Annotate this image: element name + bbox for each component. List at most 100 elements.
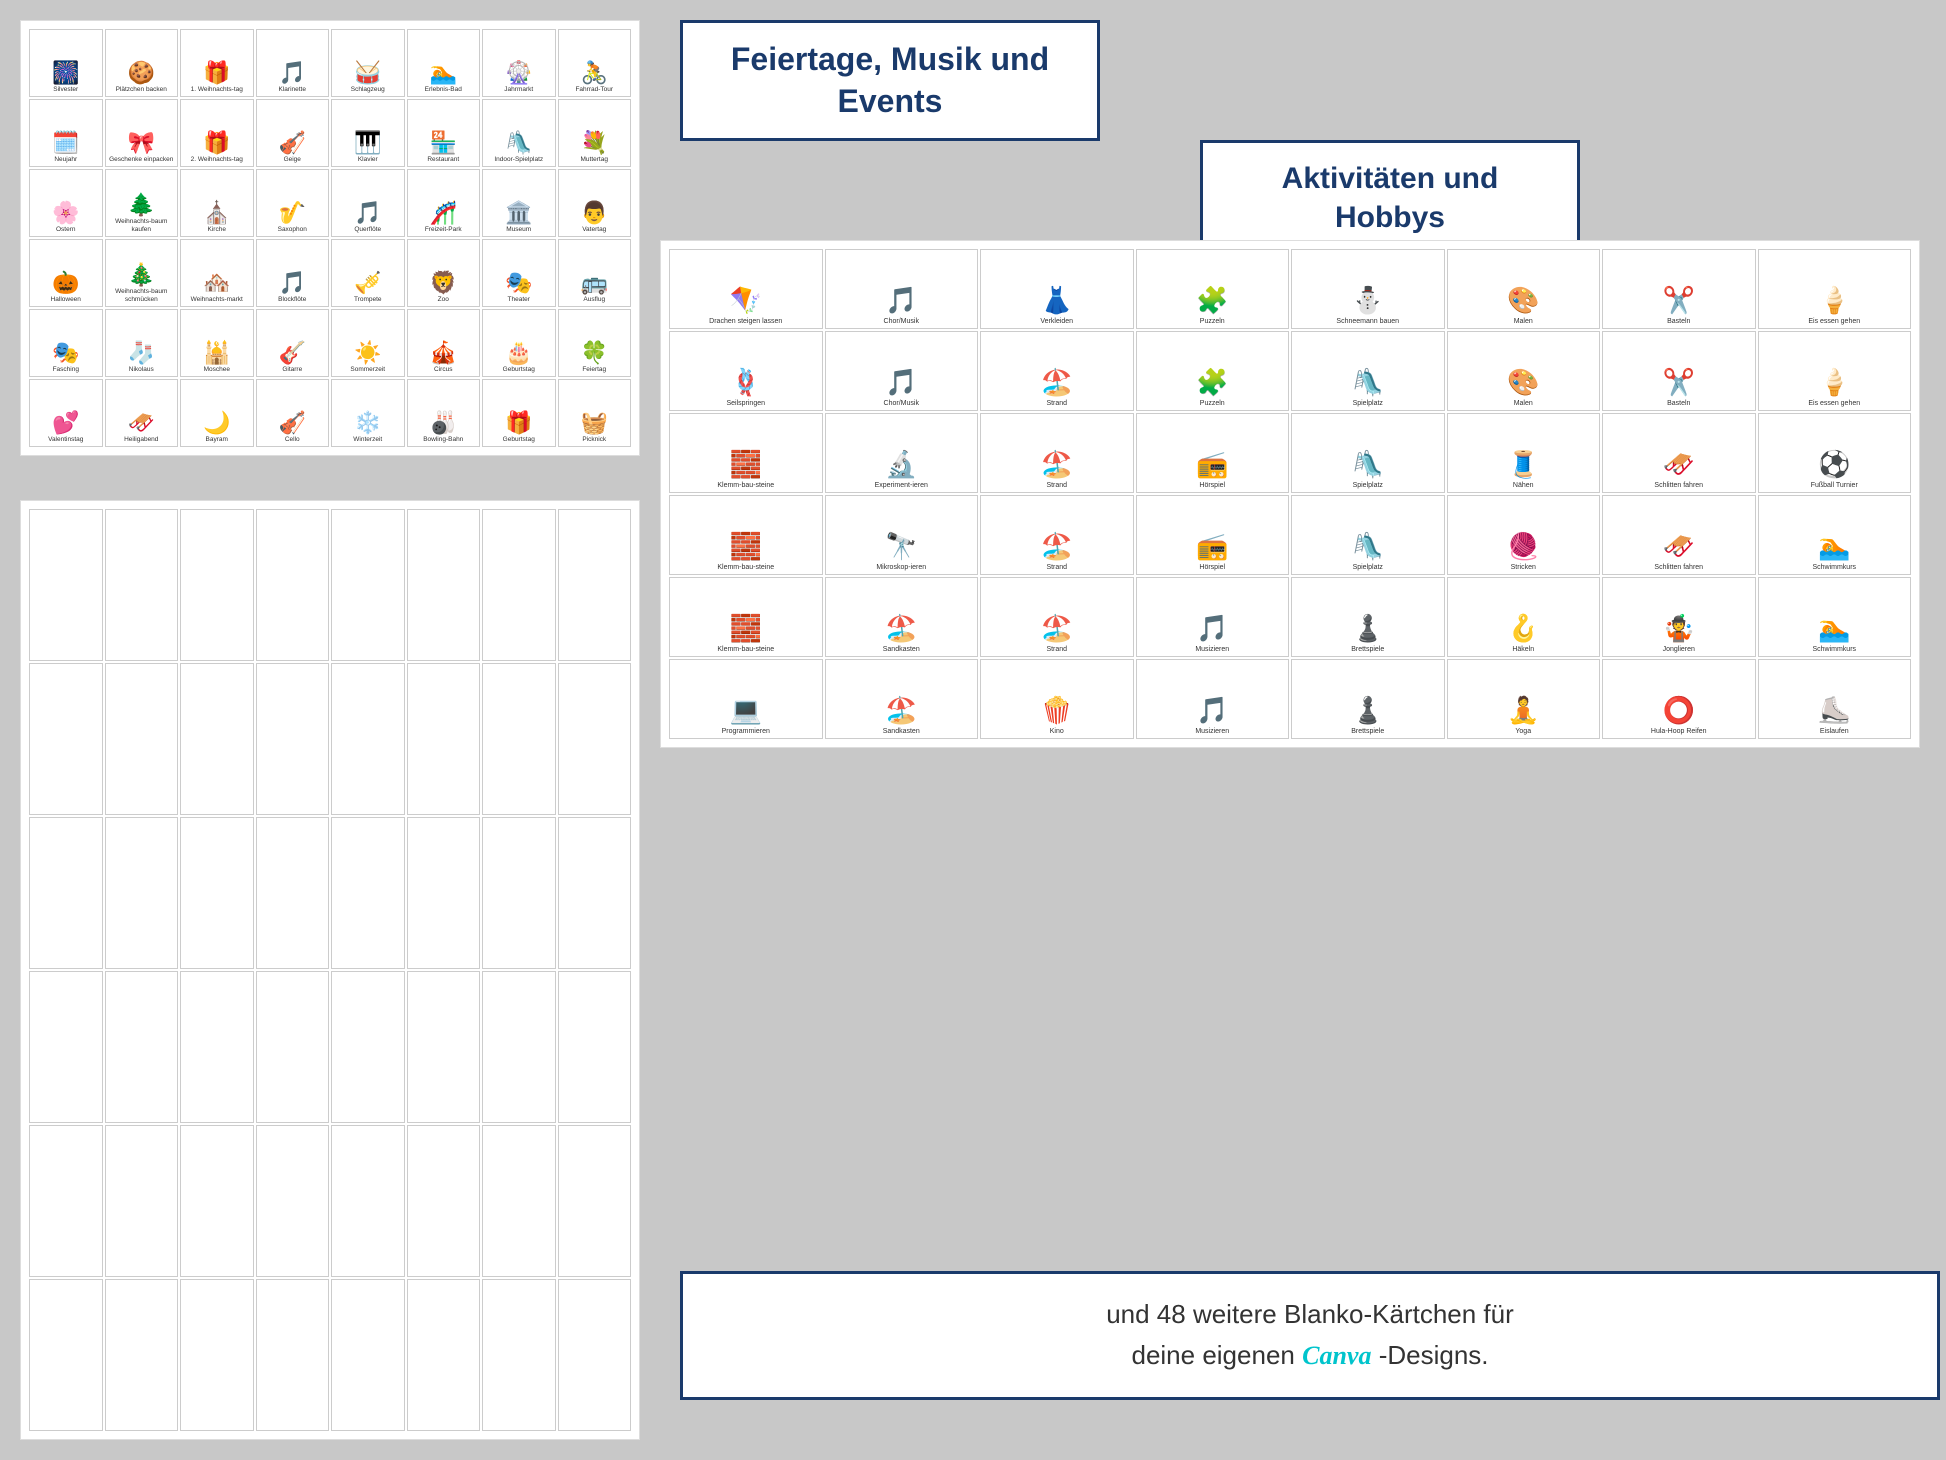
activity-item: 🛷Schlitten fahren <box>1602 495 1756 575</box>
card-label: Zoo <box>438 296 449 304</box>
activity-label: Sandkasten <box>883 646 920 654</box>
activity-item: 🎨Malen <box>1447 249 1601 329</box>
blank-grid <box>29 509 631 1431</box>
activity-item: 🛝Spielplatz <box>1291 495 1445 575</box>
activity-icon: 👗 <box>1041 285 1073 316</box>
activity-label: Schlitten fahren <box>1654 482 1703 490</box>
activity-label: Hörspiel <box>1199 482 1225 490</box>
card-icon: 🎹 <box>354 132 381 154</box>
activity-item: 🪢Seilspringen <box>669 331 823 411</box>
activity-item: 👗 Verkleiden <box>980 249 1134 329</box>
activity-icon: 🛝 <box>1352 449 1384 480</box>
activity-label: Kino <box>1050 728 1064 736</box>
card-label: Klarinette <box>279 86 306 94</box>
card-icon: 🧺 <box>581 412 608 434</box>
activity-item: 🏖️Sandkasten <box>825 659 979 739</box>
activity-item: 🔭Mikroskop-ieren <box>825 495 979 575</box>
activity-label: Basteln <box>1667 318 1690 326</box>
card-icon: 💕 <box>52 412 79 434</box>
card-icon: 🌸 <box>52 202 79 224</box>
blank-card-item <box>407 1125 481 1277</box>
activity-icon: 🎵 <box>1196 613 1228 644</box>
activity-label: Chor/Musik <box>884 318 919 326</box>
card-label: Indoor-Spielplatz <box>494 156 543 164</box>
card-item: 🕌Moschee <box>180 309 254 377</box>
card-label: Museum <box>506 226 531 234</box>
card-label: Geburtstag <box>503 366 535 374</box>
activity-item: ♟️Brettspiele <box>1291 659 1445 739</box>
card-label: Weihnachts-baum schmücken <box>108 288 176 304</box>
activity-item: 🪝Häkeln <box>1447 577 1601 657</box>
activity-item: 🛝Spielplatz <box>1291 331 1445 411</box>
card-icon: 🎵 <box>354 202 381 224</box>
card-label: Trompete <box>354 296 382 304</box>
blank-card-item <box>256 817 330 969</box>
blank-card-item <box>331 663 405 815</box>
activity-item: ⭕Hula-Hoop Reifen <box>1602 659 1756 739</box>
activities-container: 🪁Drachen steigen lassen🎵Chor/Musik👗Verkl… <box>660 240 1920 748</box>
activity-label: Schlitten fahren <box>1654 564 1703 572</box>
card-label: Vatertag <box>582 226 606 234</box>
activity-label: Brettspiele <box>1351 728 1384 736</box>
activity-item: 🧵Nähen <box>1447 413 1601 493</box>
activity-icon: 🪝 <box>1507 613 1539 644</box>
card-icon: 🚌 <box>581 272 608 294</box>
activity-icon: 🧩 <box>1196 285 1228 316</box>
card-item: 🎀Geschenke einpacken <box>105 99 179 167</box>
blank-card-item <box>180 1279 254 1431</box>
activity-label: Programmieren <box>722 728 770 736</box>
activity-icon: ✂️ <box>1663 367 1695 398</box>
card-icon: 🎄 <box>128 264 155 286</box>
blank-card-item <box>558 663 632 815</box>
activity-label: Schwimmkurs <box>1812 564 1856 572</box>
blank-card-item <box>482 1279 556 1431</box>
card-label: Heiligabend <box>124 436 158 444</box>
card-icon: ❄️ <box>354 412 381 434</box>
activity-icon: 🛝 <box>1352 531 1384 562</box>
activity-icon: 🪢 <box>730 367 762 398</box>
activity-label: Schneemann bauen <box>1336 318 1399 326</box>
activity-label: Verkleiden <box>1040 318 1073 326</box>
card-label: Restaurant <box>427 156 459 164</box>
activity-item: 🎵Chor/Musik <box>825 249 979 329</box>
activity-item: ✂️Basteln <box>1602 331 1756 411</box>
activity-label: Spielplatz <box>1353 400 1383 408</box>
activity-icon: 🎵 <box>1196 695 1228 726</box>
activity-icon: 🏖️ <box>885 695 917 726</box>
blank-card-item <box>105 1279 179 1431</box>
card-label: Schlagzeug <box>351 86 385 94</box>
activity-icon: 📻 <box>1196 449 1228 480</box>
activity-icon: ⛄ <box>1352 285 1384 316</box>
card-label: Fahrrad-Tour <box>575 86 613 94</box>
header-box-aktivitaeten: Aktivitäten und Hobbys <box>1200 140 1580 256</box>
card-label: Sommerzeit <box>350 366 385 374</box>
card-grid-inner: 🎆Silvester🍪Plätzchen backen🎁1. Weihnacht… <box>29 29 631 447</box>
blank-card-item <box>256 1279 330 1431</box>
card-item: 🦁Zoo <box>407 239 481 307</box>
card-label: Nikolaus <box>129 366 154 374</box>
activity-item: 🍦Eis essen gehen <box>1758 249 1912 329</box>
card-icon: 🎀 <box>128 132 155 154</box>
card-label: Bayram <box>206 436 228 444</box>
activity-item: 🤹Jonglieren <box>1602 577 1756 657</box>
activity-item: 🪁Drachen steigen lassen <box>669 249 823 329</box>
blank-card-item <box>180 1125 254 1277</box>
blank-card-item <box>331 1279 405 1431</box>
blank-card-item <box>29 663 103 815</box>
activity-item: 🍿Kino <box>980 659 1134 739</box>
header-box-feiertage: Feiertage, Musik und Events <box>680 20 1100 141</box>
card-icon: 💐 <box>581 132 608 154</box>
card-item: 🎪Circus <box>407 309 481 377</box>
blank-card-item <box>256 663 330 815</box>
blank-card-item <box>105 971 179 1123</box>
activity-item: 🧘Yoga <box>1447 659 1601 739</box>
activity-icon: 🏊 <box>1818 613 1850 644</box>
card-item: 🎁Geburtstag <box>482 379 556 447</box>
activity-label: Klemm-bau-steine <box>717 646 774 654</box>
blank-card-item <box>105 509 179 661</box>
blank-card-item <box>482 1125 556 1277</box>
card-item: 🍀Feiertag <box>558 309 632 377</box>
blank-grid-container <box>20 500 640 1440</box>
card-item: 🚴Fahrrad-Tour <box>558 29 632 97</box>
card-label: Blockflöte <box>278 296 306 304</box>
